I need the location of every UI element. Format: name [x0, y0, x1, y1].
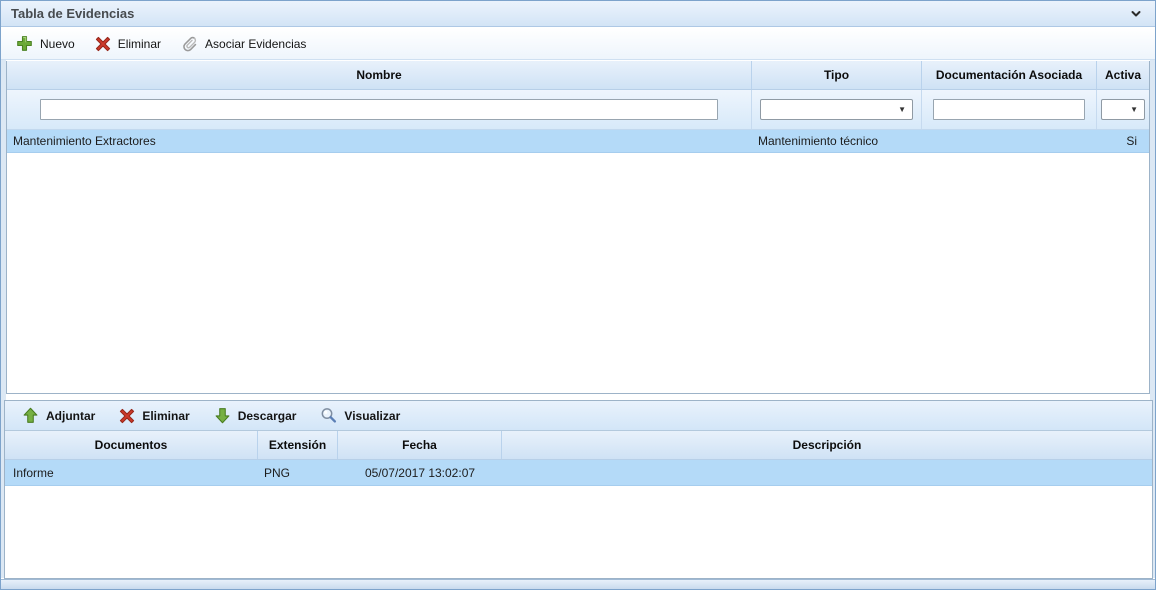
row-cell-fecha: 05/07/2017 13:02:07	[338, 460, 502, 485]
window-footer-strip	[1, 579, 1155, 589]
row-cell-documentacion	[922, 130, 1097, 152]
visualizar-button[interactable]: Visualizar	[313, 404, 407, 427]
filter-cell-tipo	[752, 90, 922, 129]
row-cell-tipo: Mantenimiento técnico	[752, 130, 922, 152]
descargar-button-label: Descargar	[238, 409, 297, 423]
documents-panel: Adjuntar Eliminar Descargar Visualizar D…	[4, 400, 1153, 579]
evidence-grid-header: Nombre Tipo Documentación Asociada Activ…	[7, 61, 1149, 90]
row-cell-nombre: Mantenimiento Extractores	[7, 130, 752, 152]
activa-filter-select[interactable]	[1101, 99, 1145, 120]
collapse-button[interactable]	[1127, 5, 1145, 23]
evidence-grid: Nombre Tipo Documentación Asociada Activ…	[6, 61, 1150, 394]
column-header-extension[interactable]: Extensión	[258, 431, 338, 459]
delete-x-icon	[119, 408, 135, 424]
adjuntar-button-label: Adjuntar	[46, 409, 95, 423]
row-cell-descripcion	[502, 460, 1152, 485]
evidence-filter-row	[7, 90, 1149, 130]
visualizar-button-label: Visualizar	[344, 409, 400, 423]
nuevo-button[interactable]: Nuevo	[9, 32, 82, 55]
magnifier-icon	[320, 407, 337, 424]
row-cell-activa: Si	[1097, 130, 1149, 152]
evidence-toolbar: Nuevo Eliminar Asociar Evidencias	[1, 28, 1155, 60]
table-row[interactable]: Mantenimiento Extractores Mantenimiento …	[7, 130, 1149, 153]
descargar-button[interactable]: Descargar	[207, 404, 304, 427]
panel-titlebar: Tabla de Evidencias	[1, 1, 1155, 27]
documents-toolbar: Adjuntar Eliminar Descargar Visualizar	[5, 401, 1152, 431]
filter-cell-documentacion	[922, 90, 1097, 129]
filter-cell-activa	[1097, 90, 1149, 129]
asociar-evidencias-button-label: Asociar Evidencias	[205, 37, 306, 51]
asociar-evidencias-button[interactable]: Asociar Evidencias	[174, 32, 313, 55]
documents-grid-header: Documentos Extensión Fecha Descripción	[5, 431, 1152, 460]
plus-icon	[16, 35, 33, 52]
column-header-activa[interactable]: Activa	[1097, 61, 1149, 89]
eliminar-button[interactable]: Eliminar	[88, 33, 168, 55]
nombre-filter-input[interactable]	[40, 99, 718, 120]
evidence-window: Tabla de Evidencias Nuevo Eliminar Asoci…	[0, 0, 1156, 590]
eliminar-documento-button-label: Eliminar	[142, 409, 189, 423]
paperclip-icon	[181, 35, 198, 52]
arrow-up-icon	[22, 407, 39, 424]
column-header-documentacion-asociada[interactable]: Documentación Asociada	[922, 61, 1097, 89]
eliminar-button-label: Eliminar	[118, 37, 161, 51]
chevron-down-icon	[1130, 8, 1142, 20]
table-row[interactable]: Informe PNG 05/07/2017 13:02:07	[5, 460, 1152, 486]
row-cell-extension: PNG	[258, 460, 338, 485]
column-header-tipo[interactable]: Tipo	[752, 61, 922, 89]
arrow-down-icon	[214, 407, 231, 424]
column-header-fecha[interactable]: Fecha	[338, 431, 502, 459]
documentacion-filter-input[interactable]	[933, 99, 1085, 120]
eliminar-documento-button[interactable]: Eliminar	[112, 405, 196, 427]
row-cell-documentos: Informe	[5, 460, 258, 485]
column-header-documentos[interactable]: Documentos	[5, 431, 258, 459]
column-header-nombre[interactable]: Nombre	[7, 61, 752, 89]
tipo-filter-select[interactable]	[760, 99, 913, 120]
nuevo-button-label: Nuevo	[40, 37, 75, 51]
delete-x-icon	[95, 36, 111, 52]
adjuntar-button[interactable]: Adjuntar	[15, 404, 102, 427]
column-header-descripcion[interactable]: Descripción	[502, 431, 1152, 459]
filter-cell-nombre	[7, 90, 752, 129]
page-title: Tabla de Evidencias	[11, 6, 134, 21]
